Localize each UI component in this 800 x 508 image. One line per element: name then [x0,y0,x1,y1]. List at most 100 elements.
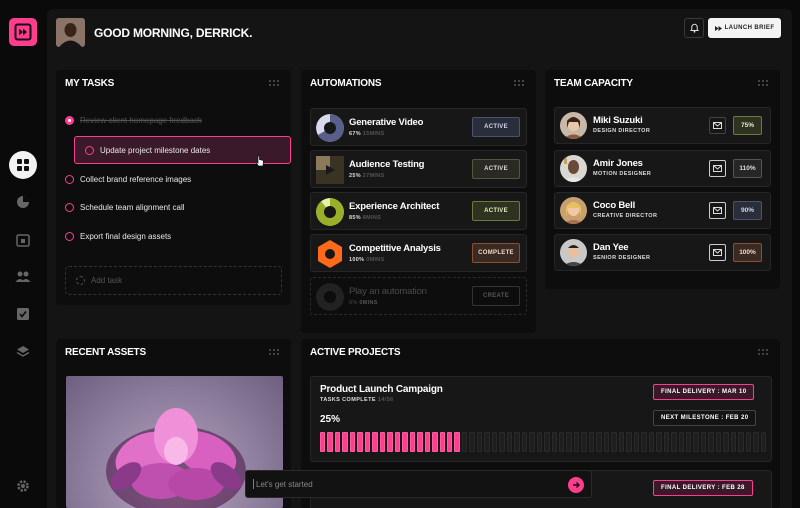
main-area: GOOD MORNING, DERRICK. LAUNCH BRIEF MY T… [47,9,792,508]
team-member-row[interactable]: Coco Bell CREATIVE DIRECTOR 90% [554,192,771,229]
more-menu-icon[interactable] [758,80,770,86]
nav-analytics[interactable] [9,188,37,216]
progress-segment [476,432,483,452]
task-item[interactable]: Schedule team alignment call [65,198,185,216]
task-item[interactable]: Collect brand reference images [65,170,191,188]
automation-status-button[interactable]: ACTIVE [472,201,520,221]
team-member-row[interactable]: Amir Jones MOTION DESIGNER 110% [554,150,771,187]
task-label: Schedule team alignment call [80,202,185,212]
member-avatar [560,112,587,139]
task-checkbox[interactable] [65,115,74,125]
progress-segment [715,432,722,452]
users-icon [15,271,31,282]
progress-ring-icon [316,114,344,142]
progress-segment [320,432,326,452]
progress-segment [334,432,341,452]
nav-layers[interactable] [9,338,37,366]
panel-title: RECENT ASSETS [65,347,146,358]
app-logo[interactable] [9,18,37,46]
user-avatar[interactable] [56,18,85,47]
more-menu-icon[interactable] [758,349,770,355]
progress-segment [327,432,333,452]
progress-segment [506,432,513,452]
nav-settings[interactable] [9,472,37,500]
progress-segment [745,432,752,452]
message-button[interactable] [709,160,726,177]
pie-chart-icon [17,196,29,208]
progress-segment [342,432,348,452]
automation-item[interactable]: Competitive Analysis 100% 0MINS COMPLETE [310,234,527,272]
task-item[interactable]: Update project milestone dates [74,136,291,167]
nav-tasks[interactable] [9,300,37,328]
nav-calendar[interactable] [9,226,37,254]
automation-item[interactable]: Generative Video 67% 15MINS ACTIVE [310,108,527,146]
nav-dashboard[interactable] [9,151,37,179]
progress-segment [626,432,632,452]
automation-name: Audience Testing [349,159,425,170]
automation-meta: 67% 15MINS [349,131,385,137]
more-menu-icon[interactable] [269,80,281,86]
message-button[interactable] [709,244,726,261]
progress-segment [700,432,707,452]
progress-segment [648,432,655,452]
create-automation-button[interactable]: CREATE [472,286,520,306]
hexagon-icon [318,240,342,268]
automation-item[interactable]: Experience Architect 85% 8MINS ACTIVE [310,192,527,230]
progress-segment [521,432,528,452]
arrow-right-icon [573,482,580,488]
task-label: Review client homepage feedback [80,115,202,125]
automation-meta: 85% 8MINS [349,215,382,221]
empty-ring-icon [316,283,344,311]
progress-segment [357,432,363,452]
team-member-row[interactable]: Miki Suzuki DESIGN DIRECTOR 75% [554,107,771,144]
automation-status-button[interactable]: ACTIVE [472,117,520,137]
my-tasks-panel: MY TASKS Review client homepage feedback… [56,70,291,305]
automation-status-button[interactable]: COMPLETE [472,243,520,263]
panel-title: AUTOMATIONS [310,78,382,89]
task-checkbox[interactable] [65,231,74,241]
checkbox-icon [17,308,29,320]
member-role: MOTION DESIGNER [593,171,652,177]
progress-segment [469,432,475,452]
progress-segment [417,432,423,452]
cursor-icon [255,155,264,167]
progress-segment [603,432,610,452]
automations-panel: AUTOMATIONS Generative Video 67% 15MINS … [301,70,536,333]
more-menu-icon[interactable] [269,349,281,355]
message-button[interactable] [709,117,726,134]
task-label: Export final design assets [80,231,172,241]
nav-team[interactable] [9,263,37,291]
progress-segment [596,432,602,452]
automation-name: Generative Video [349,117,424,128]
automation-item[interactable]: Audience Testing 25% 27MINS ACTIVE [310,150,527,188]
add-task-input[interactable]: Add task [65,266,282,295]
notifications-button[interactable] [684,18,704,38]
member-role: CREATIVE DIRECTOR [593,213,658,219]
assistant-chat-input[interactable]: Let's get started [245,470,592,498]
progress-segment [633,432,640,452]
team-member-row[interactable]: Dan Yee SENIOR DESIGNER 100% [554,234,771,271]
panel-title: TEAM CAPACITY [554,78,633,89]
task-checkbox[interactable] [65,174,74,184]
launch-brief-button[interactable]: LAUNCH BRIEF [708,18,781,38]
project-tasks: TASKS COMPLETE 14/56 [320,397,394,403]
task-checkbox[interactable] [65,202,74,212]
member-avatar [560,197,587,224]
task-item[interactable]: Export final design assets [65,227,171,245]
project-card[interactable]: Product Launch Campaign TASKS COMPLETE 1… [310,376,772,462]
progress-segment [402,432,408,452]
progress-segment [618,432,625,452]
automation-status-button[interactable]: ACTIVE [472,159,520,179]
automation-name: Play an automation [349,286,427,297]
more-menu-icon[interactable] [514,80,526,86]
progress-segment [641,432,647,452]
task-item[interactable]: Review client homepage feedback [65,111,202,129]
send-button[interactable] [568,477,584,493]
bell-icon [689,23,699,33]
message-button[interactable] [709,202,726,219]
task-checkbox[interactable] [85,145,94,155]
progress-segment [372,432,378,452]
automation-item-placeholder[interactable]: Play an automation 0% 0MINS CREATE [310,277,527,315]
progress-segment [387,432,393,452]
member-avatar [560,239,587,266]
